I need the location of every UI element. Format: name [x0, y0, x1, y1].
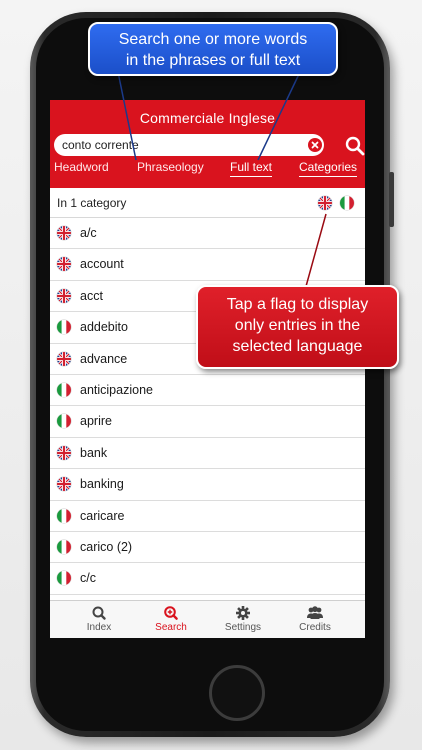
entry-word: a/c — [80, 226, 97, 240]
entry-word: advance — [80, 351, 128, 366]
uk-flag-icon — [57, 226, 71, 240]
callout-text-line: only entries in the — [234, 317, 361, 334]
tab-label: Index — [86, 622, 112, 633]
italy-flag-icon — [57, 320, 71, 335]
bottom-tab-bar: Index Search Settings Credits — [50, 600, 365, 638]
uk-flag-icon[interactable] — [318, 196, 332, 210]
tab-settings[interactable]: Settings — [208, 601, 278, 638]
search-icon — [90, 605, 108, 621]
tab-categories[interactable]: Categories — [299, 160, 358, 177]
callout-text-line: in the phrases or full text — [125, 52, 301, 69]
app-header: Commerciale Inglese Headword Phraseology… — [50, 100, 365, 188]
list-item[interactable]: anticipazione — [50, 375, 365, 407]
search-icon[interactable] — [345, 136, 365, 156]
side-button — [389, 172, 394, 227]
entry-word: bank — [80, 445, 108, 460]
italy-flag-icon[interactable] — [340, 196, 354, 210]
italy-flag-icon — [57, 382, 71, 397]
tab-label: Credits — [299, 622, 331, 633]
entry-word: c/c — [80, 571, 96, 586]
home-button[interactable] — [209, 665, 265, 721]
entry-word: acct — [80, 288, 103, 303]
uk-flag-icon — [57, 477, 71, 492]
tab-label: Settings — [224, 622, 262, 633]
tab-headword[interactable]: Headword — [54, 160, 109, 176]
tab-credits[interactable]: Credits — [280, 601, 350, 638]
search-tip-callout: Search one or more words in the phrases … — [88, 22, 338, 76]
list-item[interactable]: caricare — [50, 501, 365, 532]
callout-text-line: selected language — [232, 338, 363, 355]
entry-word: account — [80, 257, 124, 272]
tab-index[interactable]: Index — [64, 601, 134, 638]
search-bar — [54, 134, 365, 158]
entry-word: addebito — [80, 320, 128, 335]
italy-flag-icon — [57, 539, 71, 554]
list-item[interactable]: carico (2) — [50, 532, 365, 564]
tab-phraseology[interactable]: Phraseology — [137, 160, 204, 176]
uk-flag-icon — [57, 257, 71, 272]
uk-flag-icon — [57, 351, 71, 366]
tab-label: Search — [155, 622, 187, 633]
list-item[interactable]: account — [50, 249, 365, 281]
uk-flag-icon — [57, 288, 71, 303]
list-item[interactable]: bank — [50, 438, 365, 470]
callout-text-line: Search one or more words — [118, 31, 308, 48]
entry-word: banking — [80, 477, 124, 492]
italy-flag-icon — [57, 508, 71, 523]
entry-word: anticipazione — [80, 382, 153, 397]
category-filter-row: In 1 category — [50, 188, 365, 218]
users-icon — [306, 605, 324, 621]
entry-list: a/c account acct addebito advance anticipazio… — [50, 218, 365, 595]
tab-full-text[interactable]: Full text — [230, 160, 273, 177]
italy-flag-icon — [57, 571, 71, 586]
uk-flag-icon — [57, 445, 71, 460]
entry-word: caricare — [80, 508, 125, 523]
search-input[interactable] — [54, 134, 324, 156]
app-title: Commerciale Inglese — [139, 110, 276, 126]
gear-icon — [234, 605, 252, 621]
flag-tip-callout: Tap a flag to display only entries in th… — [196, 285, 399, 369]
tab-search[interactable]: Search — [136, 601, 206, 638]
entry-word: carico (2) — [80, 539, 133, 554]
list-item[interactable]: banking — [50, 469, 365, 501]
app-screen: Commerciale Inglese Headword Phraseology… — [50, 100, 365, 638]
entry-word: aprire — [80, 414, 112, 429]
clear-icon[interactable] — [308, 138, 322, 152]
italy-flag-icon — [57, 414, 71, 429]
list-item[interactable]: c/c — [50, 563, 365, 595]
callout-text-line: Tap a flag to display — [226, 296, 369, 313]
zoom-in-icon — [162, 605, 180, 621]
list-item[interactable]: a/c — [50, 218, 365, 250]
list-item[interactable]: aprire — [50, 406, 365, 438]
category-count-label: In 1 category — [57, 196, 127, 210]
search-mode-tabs: Headword Phraseology Full text Categorie… — [50, 160, 365, 180]
